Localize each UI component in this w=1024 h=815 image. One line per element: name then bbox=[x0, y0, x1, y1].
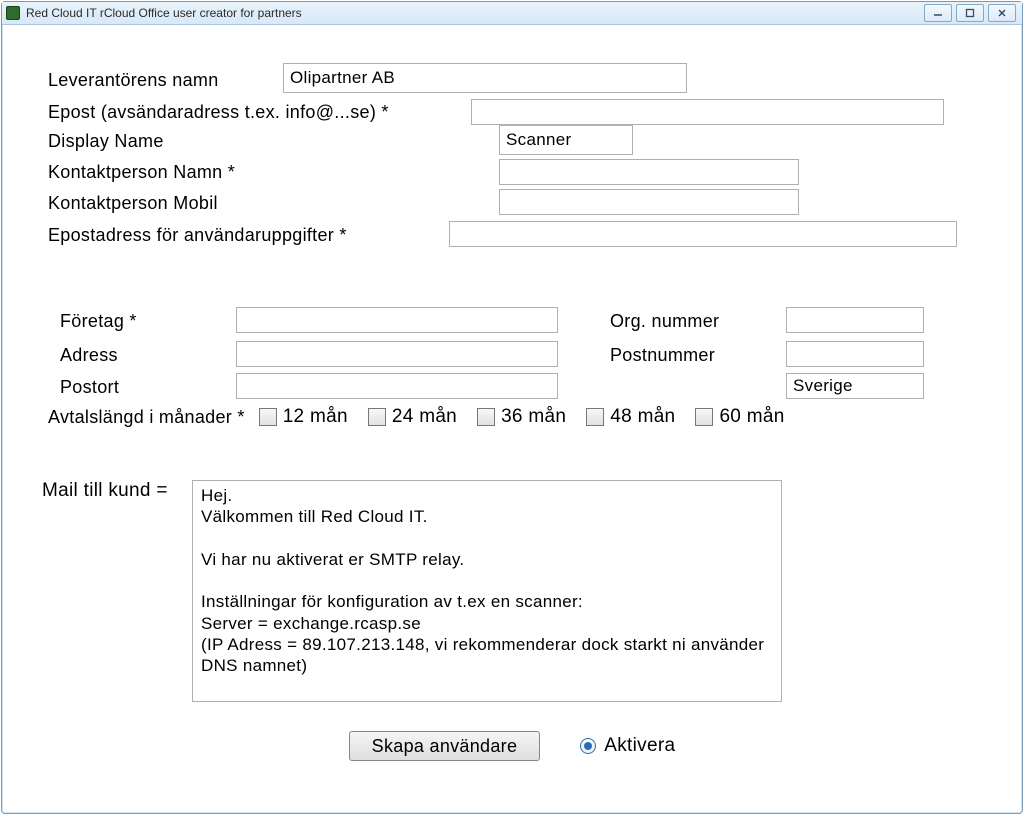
close-icon bbox=[997, 8, 1007, 18]
contract-option-36[interactable]: 36 mån bbox=[477, 406, 566, 428]
minimize-button[interactable] bbox=[924, 4, 952, 22]
epost-sender-input[interactable] bbox=[471, 99, 944, 125]
activate-option[interactable]: Aktivera bbox=[580, 735, 675, 757]
contract-option-60[interactable]: 60 mån bbox=[695, 406, 784, 428]
checkbox-icon bbox=[368, 408, 386, 426]
window-title: Red Cloud IT rCloud Office user creator … bbox=[26, 6, 924, 20]
supplier-name-input[interactable] bbox=[283, 63, 687, 93]
close-button[interactable] bbox=[988, 4, 1016, 22]
orgnr-input[interactable] bbox=[786, 307, 924, 333]
mail-label: Mail till kund = bbox=[42, 480, 192, 702]
address-input[interactable] bbox=[236, 341, 558, 367]
minimize-icon bbox=[933, 8, 943, 18]
checkbox-icon bbox=[477, 408, 495, 426]
mail-body-textarea[interactable] bbox=[192, 480, 782, 702]
epost-sender-label: Epost (avsändaradress t.ex. info@...se) … bbox=[48, 102, 389, 123]
maximize-icon bbox=[965, 8, 975, 18]
address-label: Adress bbox=[60, 345, 118, 366]
checkbox-icon bbox=[259, 408, 277, 426]
checkbox-icon bbox=[586, 408, 604, 426]
window-buttons bbox=[924, 4, 1016, 22]
contract-option-12[interactable]: 12 mån bbox=[259, 406, 348, 428]
contract-option-48[interactable]: 48 mån bbox=[586, 406, 675, 428]
display-name-input[interactable] bbox=[499, 125, 633, 155]
user-epost-label: Epostadress för användaruppgifter * bbox=[48, 225, 347, 246]
postort-input[interactable] bbox=[236, 373, 558, 399]
country-input[interactable] bbox=[786, 373, 924, 399]
checkbox-icon bbox=[695, 408, 713, 426]
create-user-button[interactable]: Skapa användare bbox=[349, 731, 541, 761]
company-label: Företag * bbox=[60, 311, 137, 332]
display-name-label: Display Name bbox=[48, 131, 164, 152]
bottom-bar: Skapa användare Aktivera bbox=[2, 731, 1022, 761]
contact-name-input[interactable] bbox=[499, 159, 799, 185]
client-area: Leverantörens namn Epost (avsändaradress… bbox=[2, 25, 1022, 814]
app-icon bbox=[6, 6, 20, 20]
contract-option-24[interactable]: 24 mån bbox=[368, 406, 457, 428]
supplier-name-label: Leverantörens namn bbox=[48, 70, 219, 91]
titlebar: Red Cloud IT rCloud Office user creator … bbox=[2, 2, 1022, 25]
postnr-label: Postnummer bbox=[610, 345, 715, 366]
app-window: Red Cloud IT rCloud Office user creator … bbox=[1, 1, 1023, 814]
user-epost-input[interactable] bbox=[449, 221, 957, 247]
orgnr-label: Org. nummer bbox=[610, 311, 719, 332]
postort-label: Postort bbox=[60, 377, 119, 398]
contact-name-label: Kontaktperson Namn * bbox=[48, 162, 235, 183]
contract-length-label: Avtalslängd i månader * bbox=[48, 407, 245, 428]
mail-section: Mail till kund = bbox=[42, 480, 782, 702]
radio-checked-icon bbox=[580, 738, 596, 754]
contact-mobile-label: Kontaktperson Mobil bbox=[48, 193, 218, 214]
maximize-button[interactable] bbox=[956, 4, 984, 22]
contact-mobile-input[interactable] bbox=[499, 189, 799, 215]
postnr-input[interactable] bbox=[786, 341, 924, 367]
activate-label: Aktivera bbox=[604, 735, 675, 757]
company-input[interactable] bbox=[236, 307, 558, 333]
